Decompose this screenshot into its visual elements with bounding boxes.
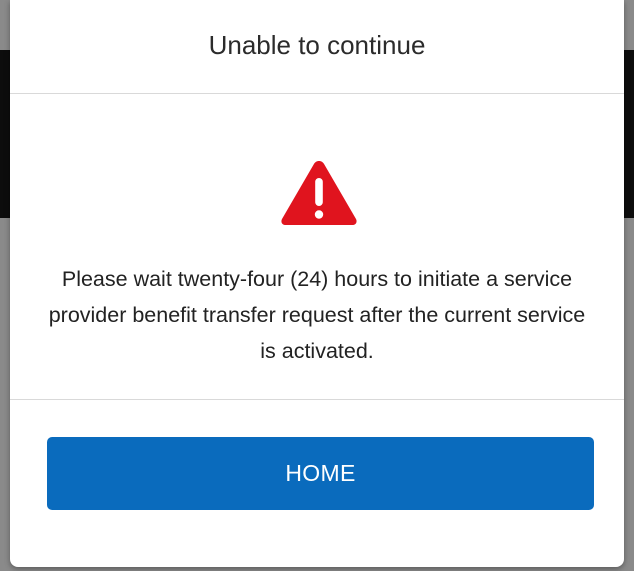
warning-triangle-icon [281, 161, 357, 225]
home-button[interactable]: HOME [47, 437, 594, 510]
dialog-body: Please wait twenty-four (24) hours to in… [10, 94, 624, 400]
dialog-header: Unable to continue [10, 0, 624, 94]
dialog-message: Please wait twenty-four (24) hours to in… [48, 267, 586, 363]
error-dialog: Unable to continue Please wait twenty-fo… [10, 0, 624, 567]
dialog-title: Unable to continue [208, 30, 426, 60]
